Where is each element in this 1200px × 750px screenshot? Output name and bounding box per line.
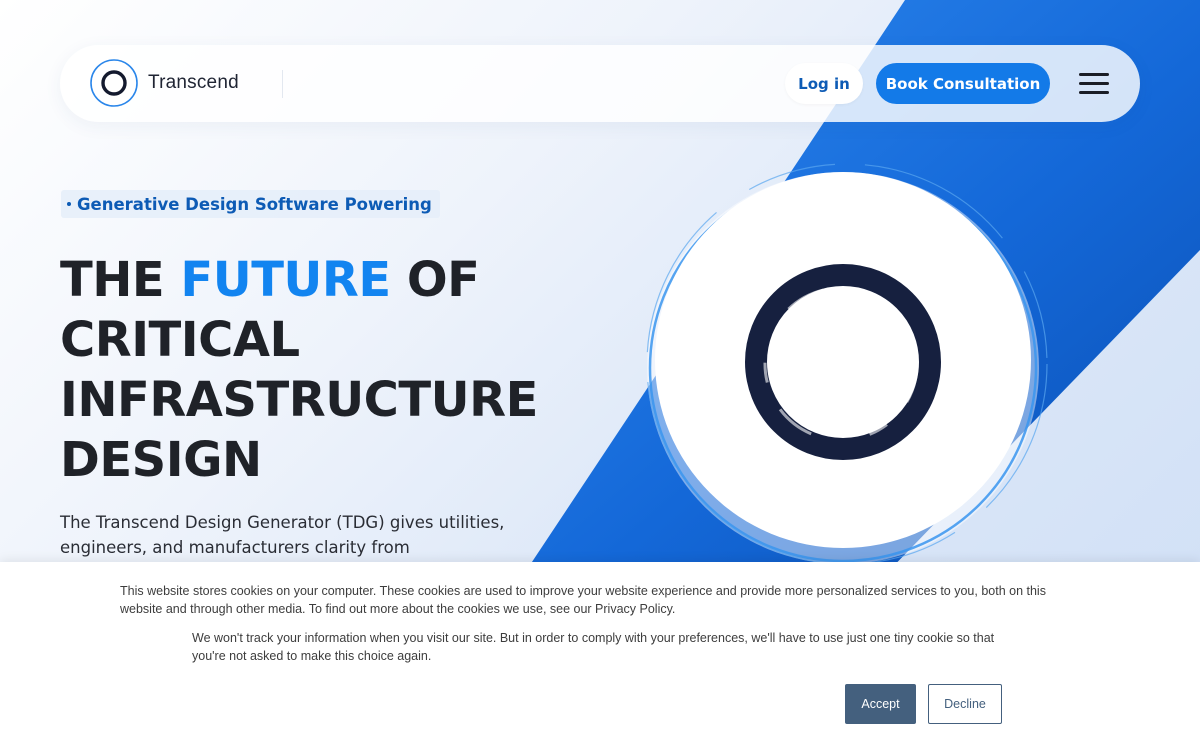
page: Transcend Log in Book Consultation Gener… xyxy=(0,0,1200,750)
hero-headline: THE FUTURE OF CRITICAL INFRASTRUCTURE DE… xyxy=(60,250,538,490)
headline-part2: OF xyxy=(390,252,480,308)
tagline-badge: Generative Design Software Powering xyxy=(61,190,440,218)
headline-line4: DESIGN xyxy=(60,432,262,488)
decline-cookies-button[interactable]: Decline xyxy=(928,684,1002,724)
navbar: Transcend Log in Book Consultation xyxy=(60,45,1140,122)
hamburger-menu-icon[interactable] xyxy=(1077,71,1111,97)
headline-line3: INFRASTRUCTURE xyxy=(60,372,538,428)
nav-divider xyxy=(282,70,283,98)
cookie-banner: This website stores cookies on your comp… xyxy=(0,562,1200,750)
tagline-text: Generative Design Software Powering xyxy=(77,194,432,214)
cookie-text-primary: This website stores cookies on your comp… xyxy=(120,584,1046,616)
login-button[interactable]: Log in xyxy=(785,63,863,104)
headline-line2: CRITICAL xyxy=(60,312,300,368)
brand-name: Transcend xyxy=(148,72,239,93)
accept-cookies-button[interactable]: Accept xyxy=(845,684,916,724)
bullet-dot xyxy=(67,202,71,206)
ring-logo-icon xyxy=(90,59,138,107)
hero-ring-graphic xyxy=(646,163,1048,565)
cookie-text-secondary: We won't track your information when you… xyxy=(192,631,995,663)
headline-part1: THE xyxy=(60,252,181,308)
hero-description: The Transcend Design Generator (TDG) giv… xyxy=(60,513,505,557)
book-consultation-button[interactable]: Book Consultation xyxy=(876,63,1050,104)
logo[interactable]: Transcend xyxy=(88,57,239,109)
headline-accent: FUTURE xyxy=(180,252,391,308)
